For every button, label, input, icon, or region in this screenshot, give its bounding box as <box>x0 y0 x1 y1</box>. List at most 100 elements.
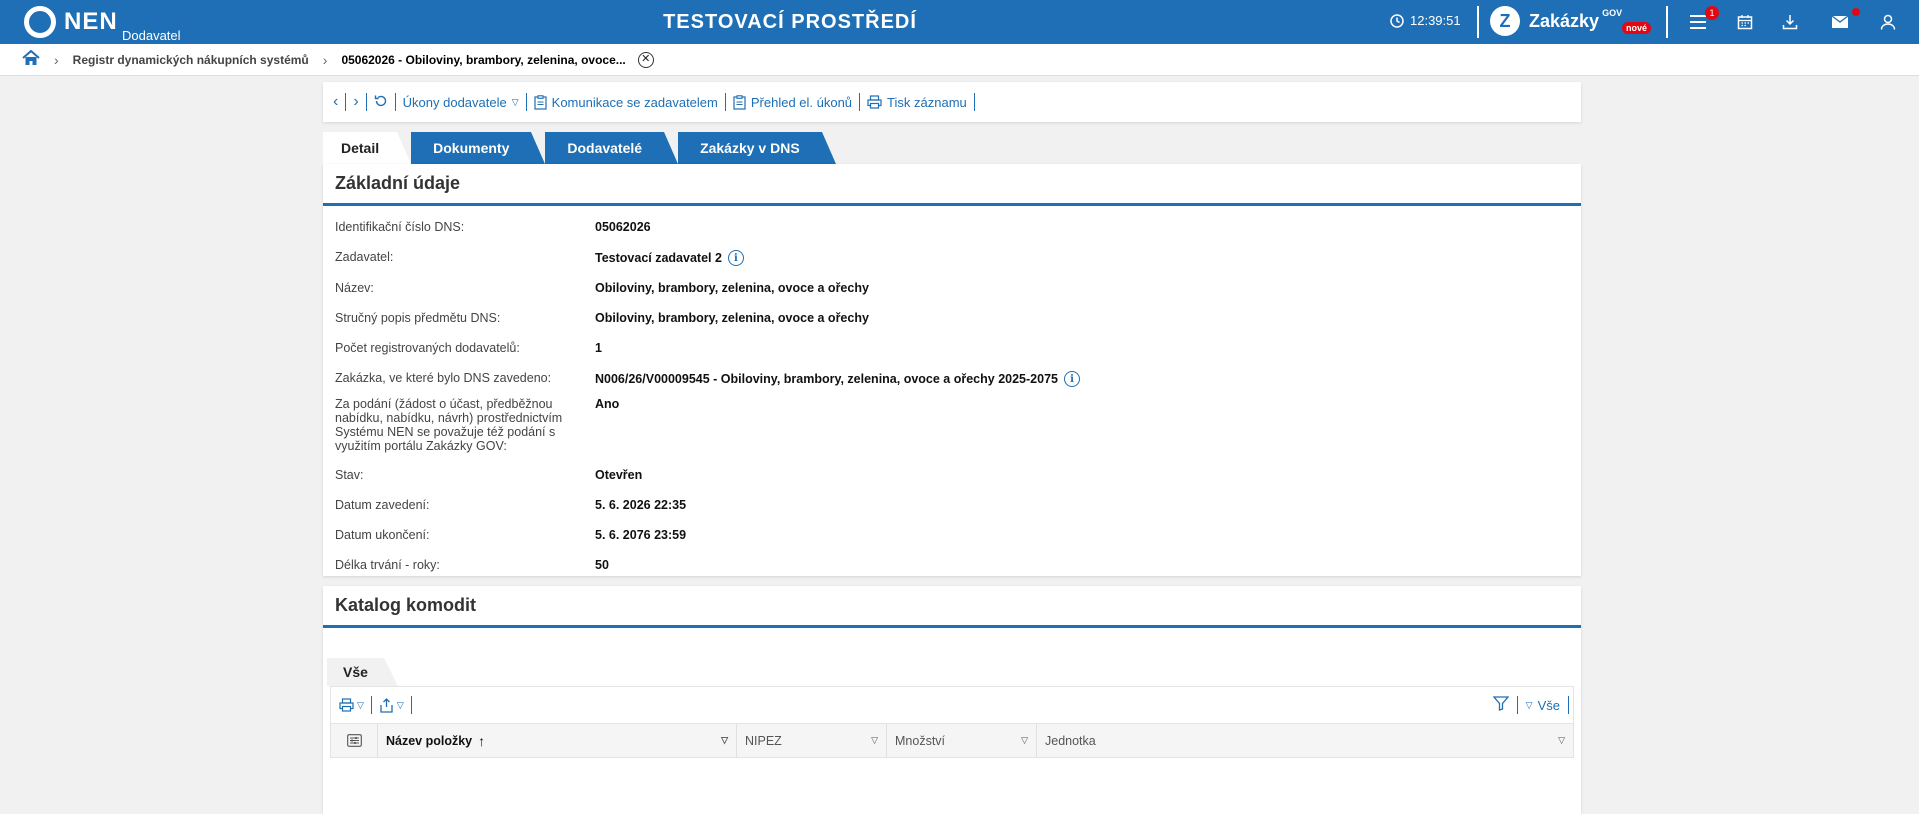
view-filter-label: Vše <box>1537 697 1560 713</box>
section-title: Katalog komodit <box>323 586 1581 628</box>
column-label: Název položky <box>386 733 473 748</box>
download-icon[interactable] <box>1780 12 1800 32</box>
mail-unread-dot <box>1852 8 1860 16</box>
catalog-subtabs: Vše <box>323 650 1581 686</box>
record-tabs: Detail Dokumenty Dodavatelé Zakázky v DN… <box>323 132 836 164</box>
triangle-down-icon: ▽ <box>1525 699 1533 710</box>
prehled-label: Přehled el. úkonů <box>750 94 853 110</box>
clock-time: 12:39:51 <box>1410 13 1461 28</box>
clipboard-icon <box>733 94 746 110</box>
sort-ascending-icon: ↑ <box>478 732 486 749</box>
user-icon[interactable] <box>1878 12 1898 32</box>
toolbar-divider <box>370 696 372 714</box>
tab-dodavatele[interactable]: Dodavatelé <box>545 132 678 164</box>
mail-icon[interactable] <box>1830 12 1850 32</box>
tab-detail[interactable]: Detail <box>323 132 412 164</box>
column-header-jednotka[interactable]: Jednotka ▽ <box>1037 724 1573 757</box>
info-icon[interactable]: i <box>1063 371 1080 387</box>
calendar-icon[interactable] <box>1735 12 1755 32</box>
triangle-down-icon: ▽ <box>511 96 519 107</box>
environment-title: TESTOVACÍ PROSTŘEDÍ <box>663 11 917 33</box>
column-header-nazev[interactable]: Název položky ↑ ▽ <box>378 724 737 757</box>
tisk-zaznamu-button[interactable]: Tisk záznamu <box>867 95 967 110</box>
basic-info-panel: Základní údaje Identifikační číslo DNS: … <box>323 164 1581 576</box>
detail-row: Stručný popis předmětu DNS: Obiloviny, b… <box>335 306 1569 331</box>
subtab-vse[interactable]: Vše <box>327 658 398 686</box>
detail-row: Zakázka, ve které bylo DNS zavedeno: N00… <box>335 366 1569 392</box>
tisk-label: Tisk záznamu <box>887 94 967 110</box>
triangle-down-icon: ▽ <box>357 699 364 710</box>
breadcrumb-current: 05062026 - Obiloviny, brambory, zelenina… <box>341 52 626 67</box>
row-label: Za podání (žádost o účast, předběžnou na… <box>335 397 563 453</box>
row-label: Název: <box>335 281 374 295</box>
toolbar-divider <box>345 93 347 111</box>
column-label: Množství <box>895 733 946 748</box>
row-value: Ano <box>595 397 620 411</box>
chevron-right-icon[interactable]: › <box>353 93 358 111</box>
zakazky-label: Zakázky <box>1529 10 1600 31</box>
tab-dokumenty[interactable]: Dokumenty <box>411 132 546 164</box>
detail-row: Identifikační číslo DNS: 05062026 <box>335 214 1569 240</box>
row-label: Počet registrovaných dodavatelů: <box>335 341 520 355</box>
zakazky-gov-link[interactable]: Z Zakázky GOV nové <box>1490 6 1652 36</box>
close-icon[interactable]: ✕ <box>637 51 654 68</box>
breadcrumb-dns-registry[interactable]: Registr dynamických nákupních systémů <box>73 53 309 67</box>
print-menu[interactable]: ▽ <box>339 698 364 712</box>
toolbar-divider <box>394 93 396 111</box>
printer-icon <box>867 95 882 109</box>
detail-row: Zadavatel: Testovací zadavatel 2 i <box>335 245 1569 271</box>
row-value: 5. 6. 2026 22:35 <box>595 498 687 512</box>
triangle-down-icon[interactable]: ▽ <box>721 735 728 746</box>
komunikace-label: Komunikace se zadavatelem <box>551 94 718 110</box>
row-value: Obiloviny, brambory, zelenina, ovoce a o… <box>595 281 869 295</box>
triangle-down-icon[interactable]: ▽ <box>1021 735 1028 746</box>
toolbar-divider <box>973 93 975 111</box>
row-value: 5. 6. 2076 23:59 <box>595 528 687 542</box>
grid-header: Název položky ↑ ▽ NIPEZ ▽ Množství ▽ Jedn… <box>330 724 1574 758</box>
row-value: Otevřen <box>595 468 643 482</box>
top-header: NEN Dodavatel TESTOVACÍ PROSTŘEDÍ 12:39:… <box>0 0 1919 44</box>
chevron-right-icon: › <box>54 51 59 68</box>
printer-icon <box>339 698 354 712</box>
view-filter-select[interactable]: ▽ Vše <box>1526 698 1560 713</box>
column-label: NIPEZ <box>745 733 782 748</box>
row-label: Zadavatel: <box>335 250 394 264</box>
row-label: Identifikační číslo DNS: <box>335 220 465 234</box>
row-value: 50 <box>595 558 609 572</box>
refresh-icon[interactable] <box>374 94 388 111</box>
header-divider <box>1477 6 1479 38</box>
triangle-down-icon[interactable]: ▽ <box>871 735 878 746</box>
toolbar-divider <box>410 696 412 714</box>
column-header-mnozstvi[interactable]: Množství ▽ <box>887 724 1037 757</box>
toolbar-divider <box>859 93 861 111</box>
export-menu[interactable]: ▽ <box>379 697 404 713</box>
triangle-down-icon[interactable]: ▽ <box>1558 735 1565 746</box>
detail-row: Datum ukončení: 5. 6. 2076 23:59 <box>335 523 1569 548</box>
clipboard-icon <box>534 94 547 110</box>
prehled-ukonu-button[interactable]: Přehled el. úkonů <box>733 95 852 110</box>
komunikace-button[interactable]: Komunikace se zadavatelem <box>534 95 718 110</box>
column-settings-icon[interactable] <box>331 724 378 757</box>
filter-icon[interactable] <box>1492 696 1510 714</box>
chevron-left-icon[interactable]: ‹ <box>333 93 338 111</box>
header-divider <box>1666 6 1668 38</box>
toolbar-divider <box>1516 696 1518 714</box>
toolbar-divider <box>365 93 367 111</box>
home-icon[interactable] <box>22 49 40 69</box>
column-header-nipez[interactable]: NIPEZ ▽ <box>737 724 887 757</box>
row-label: Stručný popis předmětu DNS: <box>335 311 501 325</box>
detail-row: Název: Obiloviny, brambory, zelenina, ov… <box>335 276 1569 301</box>
detail-row: Stav: Otevřen <box>335 463 1569 488</box>
detail-row: Za podání (žádost o účast, předběžnou na… <box>335 392 1569 458</box>
info-icon[interactable]: i <box>727 250 744 266</box>
tab-zakazky-v-dns[interactable]: Zakázky v DNS <box>678 132 836 164</box>
detail-row: Délka trvání - roky: 50 <box>335 553 1569 578</box>
row-label: Stav: <box>335 468 364 482</box>
chevron-right-icon: › <box>322 51 328 68</box>
row-label: Datum ukončení: <box>335 528 430 542</box>
catalog-panel: Katalog komodit Vše ▽ ▽ ▽ Vše Název polo… <box>323 586 1581 814</box>
notification-badge: 1 <box>1705 6 1719 20</box>
ukony-dodavatele-menu[interactable]: Úkony dodavatele ▽ <box>403 95 519 110</box>
row-value: 05062026 <box>595 220 651 234</box>
detail-row: Počet registrovaných dodavatelů: 1 <box>335 336 1569 361</box>
